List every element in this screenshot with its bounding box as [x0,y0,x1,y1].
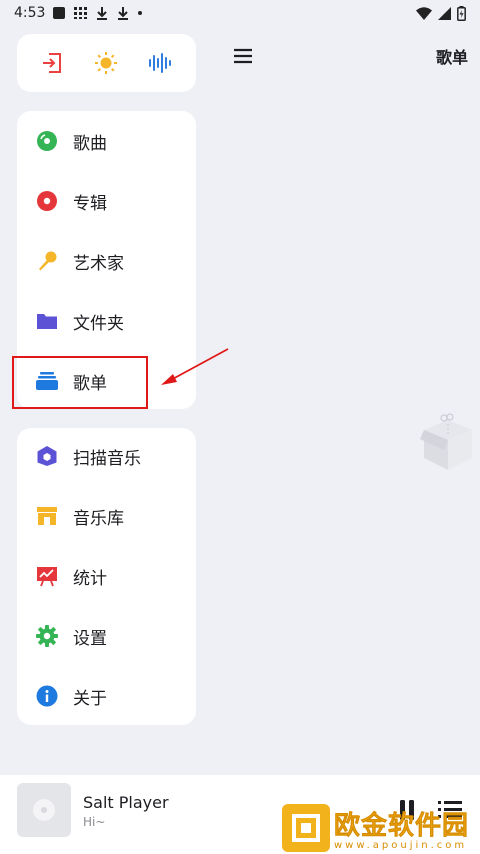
nav-label: 文件夹 [73,313,124,334]
nav-label: 艺术家 [73,253,124,274]
download-icon [97,6,108,20]
tools-nav-card: 扫描音乐 音乐库 统计 设置 关于 [17,428,196,725]
nav-label: 统计 [73,568,107,589]
watermark: 欧金软件园 www.apoujin.com [282,803,478,853]
nav-item-folders[interactable]: 文件夹 [17,295,196,347]
now-playing-subtitle: Hi~ [83,815,106,829]
wifi-icon [416,6,432,20]
annotation-highlight-box [12,356,148,409]
nav-label: 歌曲 [73,133,107,154]
nav-label: 关于 [73,688,107,709]
nav-item-music-library[interactable]: 音乐库 [17,490,196,542]
nav-label: 扫描音乐 [73,448,141,469]
nav-label: 专辑 [73,193,107,214]
quick-actions-card [17,34,196,92]
nav-item-about[interactable]: 关于 [17,670,196,722]
now-playing-title: Salt Player [83,793,169,812]
waveform-icon [148,53,171,73]
download-icon [118,6,129,20]
annotation-arrow [161,348,229,385]
audio-effects-button[interactable] [141,43,181,83]
nav-item-songs[interactable]: 歌曲 [17,115,196,167]
nav-item-statistics[interactable]: 统计 [17,550,196,602]
battery-icon [457,5,466,21]
watermark-url: www.apoujin.com [334,840,468,851]
songs-disc-icon [36,130,58,152]
scan-icon [36,445,58,467]
microphone-icon [36,250,58,272]
signal-icon [438,6,451,20]
sun-icon [95,52,118,74]
notification-icons [53,6,143,20]
watermark-text: 欧金软件园 [334,811,470,842]
exit-button[interactable] [32,43,72,83]
status-time: 4:53 [14,5,46,21]
more-notifications-dot [138,11,143,15]
chart-icon [36,565,58,587]
hamburger-menu-icon [234,48,252,64]
album-icon [36,190,58,212]
disc-placeholder-icon [33,799,55,821]
nav-item-artists[interactable]: 艺术家 [17,235,196,287]
exit-icon [43,53,62,73]
nav-item-albums[interactable]: 专辑 [17,175,196,227]
nav-label: 设置 [73,628,107,649]
folder-icon [36,310,58,332]
nav-item-scan-music[interactable]: 扫描音乐 [17,430,196,482]
watermark-logo-icon [282,804,330,852]
album-art[interactable] [17,783,71,837]
menu-button[interactable] [231,44,255,68]
app-notification-icon [53,7,66,19]
gear-icon [36,625,58,647]
info-icon [36,685,58,707]
nav-item-settings[interactable]: 设置 [17,610,196,662]
page-title: 歌单 [435,48,468,67]
store-icon [36,505,58,527]
status-bar: 4:53 [0,0,480,26]
empty-box-illustration [420,413,472,470]
theme-toggle-button[interactable] [86,43,126,83]
nav-label: 音乐库 [73,508,124,529]
grid-notification-icon [74,7,88,19]
